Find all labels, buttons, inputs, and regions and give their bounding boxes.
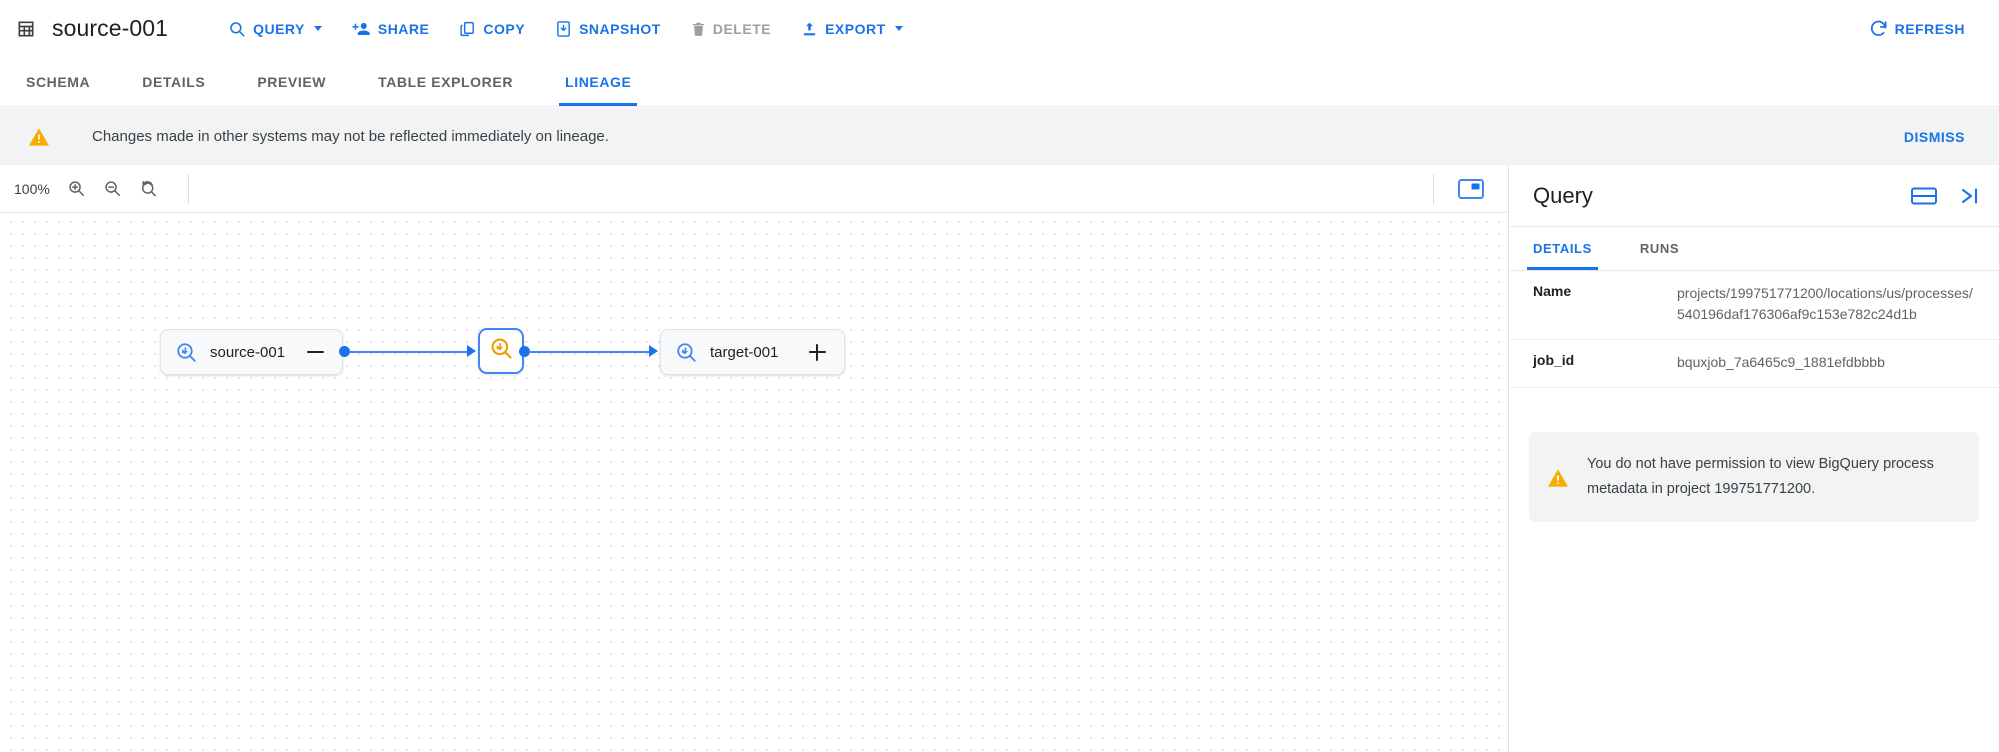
detail-row-job-id: job_id bquxjob_7a6465c9_1881efdbbbb [1509, 340, 1999, 388]
export-button[interactable]: EXPORT [789, 14, 915, 44]
lineage-area: 100% source-001 target-001 [0, 165, 1508, 752]
top-toolbar: source-001 QUERY SHARE COPY SNAPSHOT DEL… [0, 0, 1999, 57]
detail-key: Name [1533, 283, 1572, 299]
export-button-label: EXPORT [825, 20, 886, 37]
warning-triangle-icon [1547, 452, 1569, 502]
snapshot-button-label: SNAPSHOT [579, 20, 661, 37]
chevron-down-icon [313, 26, 322, 31]
zoom-out-icon[interactable] [94, 171, 130, 207]
tab-bar: SCHEMA DETAILS PREVIEW TABLE EXPLORER LI… [0, 57, 1999, 107]
toolbar-divider [188, 173, 189, 204]
query-button[interactable]: QUERY [216, 14, 334, 44]
copy-icon [459, 20, 476, 38]
copy-button[interactable]: COPY [447, 14, 537, 44]
refresh-icon [1869, 19, 1888, 38]
panel-tab-runs[interactable]: RUNS [1616, 227, 1703, 270]
zoom-in-icon[interactable] [58, 171, 94, 207]
detail-value: projects/199751771200/locations/us/proce… [1677, 285, 1973, 322]
dismiss-button[interactable]: DISMISS [1904, 129, 1965, 145]
toolbar-actions: QUERY SHARE COPY SNAPSHOT DELETE EXPORT [216, 14, 921, 44]
tab-table-explorer[interactable]: TABLE EXPLORER [352, 57, 539, 106]
refresh-button-label: REFRESH [1894, 20, 1965, 37]
bigquery-table-icon [175, 341, 198, 364]
panel-tab-details[interactable]: DETAILS [1509, 227, 1616, 270]
split-pane-icon[interactable] [1911, 186, 1937, 206]
snapshot-icon [555, 20, 572, 38]
tab-details[interactable]: DETAILS [116, 57, 231, 106]
bigquery-process-icon [489, 336, 514, 366]
tab-lineage-label: LINEAGE [565, 73, 632, 90]
delete-button-label: DELETE [712, 20, 772, 37]
bigquery-lineage-page: source-001 QUERY SHARE COPY SNAPSHOT DEL… [0, 0, 1999, 752]
tab-schema-label: SCHEMA [26, 73, 91, 90]
lineage-node-target[interactable]: target-001 [660, 329, 845, 375]
toolbar-divider [1433, 173, 1434, 204]
tab-preview[interactable]: PREVIEW [231, 57, 352, 106]
panel-header: Query [1509, 165, 1999, 227]
lineage-warning-banner: Changes made in other systems may not be… [0, 108, 1999, 165]
panel-tab-runs-label: RUNS [1639, 241, 1680, 256]
upload-icon [801, 20, 818, 38]
snapshot-button[interactable]: SNAPSHOT [543, 14, 673, 44]
collapse-source-node-button[interactable] [304, 341, 326, 363]
detail-row-name: Name projects/199751771200/locations/us/… [1509, 271, 1999, 340]
tab-lineage[interactable]: LINEAGE [539, 57, 657, 106]
share-button-label: SHARE [377, 20, 430, 37]
lineage-zoom-toolbar: 100% [0, 165, 1508, 213]
edge-process-to-target [529, 351, 650, 353]
table-icon [14, 17, 38, 41]
panel-header-actions [1911, 186, 1981, 206]
panel-tab-bar: DETAILS RUNS [1509, 227, 1999, 271]
delete-button[interactable]: DELETE [679, 14, 783, 44]
warning-triangle-icon [28, 127, 50, 147]
share-button[interactable]: SHARE [340, 14, 442, 44]
tab-schema[interactable]: SCHEMA [0, 57, 116, 106]
chevron-down-icon [894, 26, 903, 31]
lineage-zoom-toolbar-right [1433, 172, 1508, 206]
lineage-canvas[interactable]: source-001 target-001 [0, 213, 1508, 752]
toolbar-right-actions: REFRESH [1857, 13, 1983, 44]
edge-arrow-icon [467, 345, 476, 357]
tab-table-explorer-label: TABLE EXPLORER [378, 73, 514, 90]
lineage-node-source-label: source-001 [210, 343, 286, 361]
edge-arrow-icon [649, 345, 658, 357]
bigquery-table-icon [675, 341, 698, 364]
permission-notice-text: You do not have permission to view BigQu… [1587, 456, 1934, 497]
banner-message: Changes made in other systems may not be… [92, 128, 609, 145]
zoom-level-label: 100% [14, 180, 50, 197]
query-button-label: QUERY [253, 20, 305, 37]
tab-details-label: DETAILS [142, 73, 206, 90]
lineage-node-target-label: target-001 [710, 343, 779, 361]
details-side-panel: Query DETAILS RUNS Name projects/1997517… [1508, 165, 1999, 752]
detail-value: bquxjob_7a6465c9_1881efdbbbb [1677, 354, 1885, 370]
permission-notice: You do not have permission to view BigQu… [1529, 432, 1979, 522]
copy-button-label: COPY [483, 20, 526, 37]
plus-icon [806, 341, 828, 363]
expand-target-node-button[interactable] [806, 341, 828, 363]
lineage-node-process[interactable] [478, 328, 524, 374]
search-icon [228, 20, 246, 38]
detail-key: job_id [1533, 352, 1575, 368]
collapse-right-icon[interactable] [1959, 186, 1981, 206]
tab-preview-label: PREVIEW [257, 73, 327, 90]
zoom-reset-icon[interactable] [130, 171, 166, 207]
person-add-icon [352, 20, 371, 38]
edge-source-to-process [349, 351, 468, 353]
minimap-toggle-icon[interactable] [1452, 172, 1490, 206]
panel-tab-details-label: DETAILS [1533, 241, 1592, 256]
lineage-node-source[interactable]: source-001 [160, 329, 343, 375]
page-title: source-001 [52, 15, 169, 41]
minus-icon [306, 350, 324, 354]
panel-title: Query [1533, 182, 1593, 208]
refresh-button[interactable]: REFRESH [1857, 13, 1977, 44]
trash-icon [691, 20, 706, 38]
